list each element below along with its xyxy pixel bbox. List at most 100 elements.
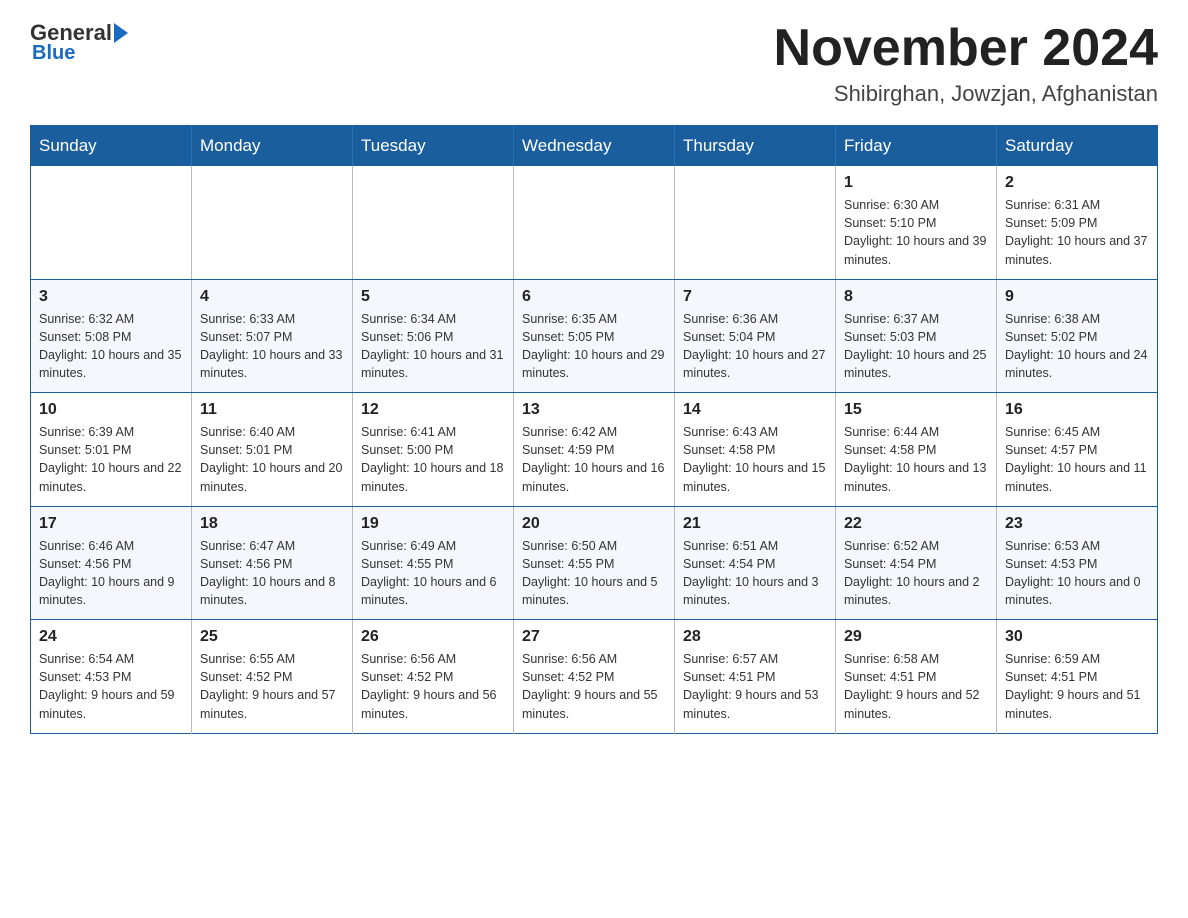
calendar-table: SundayMondayTuesdayWednesdayThursdayFrid… [30, 125, 1158, 734]
weekday-header-friday: Friday [836, 126, 997, 167]
day-info: Sunrise: 6:53 AMSunset: 4:53 PMDaylight:… [1005, 537, 1149, 610]
day-number: 6 [522, 288, 666, 306]
calendar-cell: 10Sunrise: 6:39 AMSunset: 5:01 PMDayligh… [31, 393, 192, 507]
logo-blue: Blue [32, 42, 75, 65]
page-header: General Blue November 2024 Shibirghan, J… [30, 20, 1158, 107]
day-info: Sunrise: 6:55 AMSunset: 4:52 PMDaylight:… [200, 650, 344, 723]
location-subtitle: Shibirghan, Jowzjan, Afghanistan [774, 81, 1158, 107]
day-info: Sunrise: 6:44 AMSunset: 4:58 PMDaylight:… [844, 423, 988, 496]
day-number: 4 [200, 288, 344, 306]
weekday-header-monday: Monday [192, 126, 353, 167]
day-info: Sunrise: 6:31 AMSunset: 5:09 PMDaylight:… [1005, 196, 1149, 269]
calendar-cell: 27 Sunrise: 6:56 AMSunset: 4:52 PMDayligh… [514, 620, 675, 734]
day-info: Sunrise: 6:46 AMSunset: 4:56 PMDaylight:… [39, 537, 183, 610]
calendar-week-2: 3 Sunrise: 6:32 AMSunset: 5:08 PMDaylight… [31, 279, 1158, 393]
day-number: 7 [683, 288, 827, 306]
day-number: 18 [200, 515, 344, 533]
day-number: 19 [361, 515, 505, 533]
day-info: Sunrise: 6:32 AMSunset: 5:08 PMDaylight:… [39, 310, 183, 383]
weekday-header-saturday: Saturday [997, 126, 1158, 167]
day-number: 2 [1005, 174, 1149, 192]
day-info: Sunrise: 6:41 AMSunset: 5:00 PMDaylight:… [361, 423, 505, 496]
weekday-header-thursday: Thursday [675, 126, 836, 167]
day-number: 21 [683, 515, 827, 533]
day-number: 14 [683, 401, 827, 419]
calendar-cell: 5 Sunrise: 6:34 AMSunset: 5:06 PMDaylight… [353, 279, 514, 393]
day-info: Sunrise: 6:35 AMSunset: 5:05 PMDaylight:… [522, 310, 666, 383]
calendar-cell: 8 Sunrise: 6:37 AMSunset: 5:03 PMDaylight… [836, 279, 997, 393]
calendar-cell: 1Sunrise: 6:30 AMSunset: 5:10 PMDaylight… [836, 166, 997, 279]
calendar-cell: 21 Sunrise: 6:51 AMSunset: 4:54 PMDayligh… [675, 506, 836, 620]
day-number: 12 [361, 401, 505, 419]
day-number: 3 [39, 288, 183, 306]
calendar-cell [514, 166, 675, 279]
day-info: Sunrise: 6:33 AMSunset: 5:07 PMDaylight:… [200, 310, 344, 383]
calendar-week-5: 24Sunrise: 6:54 AMSunset: 4:53 PMDayligh… [31, 620, 1158, 734]
day-number: 1 [844, 174, 988, 192]
logo-arrow-icon [114, 23, 128, 43]
calendar-week-1: 1Sunrise: 6:30 AMSunset: 5:10 PMDaylight… [31, 166, 1158, 279]
day-number: 30 [1005, 628, 1149, 646]
calendar-cell: 13 Sunrise: 6:42 AMSunset: 4:59 PMDayligh… [514, 393, 675, 507]
calendar-cell: 3 Sunrise: 6:32 AMSunset: 5:08 PMDaylight… [31, 279, 192, 393]
day-info: Sunrise: 6:56 AMSunset: 4:52 PMDaylight:… [522, 650, 666, 723]
day-info: Sunrise: 6:36 AMSunset: 5:04 PMDaylight:… [683, 310, 827, 383]
day-number: 29 [844, 628, 988, 646]
day-info: Sunrise: 6:49 AMSunset: 4:55 PMDaylight:… [361, 537, 505, 610]
calendar-week-4: 17 Sunrise: 6:46 AMSunset: 4:56 PMDayligh… [31, 506, 1158, 620]
logo-area: General Blue [30, 20, 128, 65]
day-info: Sunrise: 6:47 AMSunset: 4:56 PMDaylight:… [200, 537, 344, 610]
calendar-cell: 2 Sunrise: 6:31 AMSunset: 5:09 PMDaylight… [997, 166, 1158, 279]
calendar-cell: 20Sunrise: 6:50 AMSunset: 4:55 PMDayligh… [514, 506, 675, 620]
weekday-header-row: SundayMondayTuesdayWednesdayThursdayFrid… [31, 126, 1158, 167]
calendar-cell: 7 Sunrise: 6:36 AMSunset: 5:04 PMDaylight… [675, 279, 836, 393]
calendar-cell: 14Sunrise: 6:43 AMSunset: 4:58 PMDayligh… [675, 393, 836, 507]
weekday-header-wednesday: Wednesday [514, 126, 675, 167]
day-number: 17 [39, 515, 183, 533]
day-number: 20 [522, 515, 666, 533]
calendar-cell: 18 Sunrise: 6:47 AMSunset: 4:56 PMDayligh… [192, 506, 353, 620]
day-info: Sunrise: 6:59 AMSunset: 4:51 PMDaylight:… [1005, 650, 1149, 723]
calendar-cell: 17 Sunrise: 6:46 AMSunset: 4:56 PMDayligh… [31, 506, 192, 620]
calendar-cell: 29 Sunrise: 6:58 AMSunset: 4:51 PMDayligh… [836, 620, 997, 734]
day-info: Sunrise: 6:37 AMSunset: 5:03 PMDaylight:… [844, 310, 988, 383]
calendar-cell: 30 Sunrise: 6:59 AMSunset: 4:51 PMDayligh… [997, 620, 1158, 734]
day-info: Sunrise: 6:40 AMSunset: 5:01 PMDaylight:… [200, 423, 344, 496]
calendar-cell [192, 166, 353, 279]
day-number: 5 [361, 288, 505, 306]
day-info: Sunrise: 6:45 AMSunset: 4:57 PMDaylight:… [1005, 423, 1149, 496]
weekday-header-tuesday: Tuesday [353, 126, 514, 167]
day-number: 22 [844, 515, 988, 533]
title-area: November 2024 Shibirghan, Jowzjan, Afgha… [774, 20, 1158, 107]
day-number: 27 [522, 628, 666, 646]
day-number: 23 [1005, 515, 1149, 533]
calendar-cell [353, 166, 514, 279]
calendar-cell: 11 Sunrise: 6:40 AMSunset: 5:01 PMDayligh… [192, 393, 353, 507]
day-info: Sunrise: 6:51 AMSunset: 4:54 PMDaylight:… [683, 537, 827, 610]
day-info: Sunrise: 6:42 AMSunset: 4:59 PMDaylight:… [522, 423, 666, 496]
calendar-title: November 2024 [774, 20, 1158, 77]
day-number: 11 [200, 401, 344, 419]
day-number: 8 [844, 288, 988, 306]
calendar-cell: 15Sunrise: 6:44 AMSunset: 4:58 PMDayligh… [836, 393, 997, 507]
day-number: 13 [522, 401, 666, 419]
calendar-cell: 12 Sunrise: 6:41 AMSunset: 5:00 PMDayligh… [353, 393, 514, 507]
calendar-week-3: 10Sunrise: 6:39 AMSunset: 5:01 PMDayligh… [31, 393, 1158, 507]
day-number: 10 [39, 401, 183, 419]
calendar-cell: 4 Sunrise: 6:33 AMSunset: 5:07 PMDaylight… [192, 279, 353, 393]
calendar-cell: 24Sunrise: 6:54 AMSunset: 4:53 PMDayligh… [31, 620, 192, 734]
calendar-cell [31, 166, 192, 279]
calendar-cell [675, 166, 836, 279]
calendar-cell: 6 Sunrise: 6:35 AMSunset: 5:05 PMDaylight… [514, 279, 675, 393]
calendar-cell: 23 Sunrise: 6:53 AMSunset: 4:53 PMDayligh… [997, 506, 1158, 620]
calendar-cell: 9Sunrise: 6:38 AMSunset: 5:02 PMDaylight… [997, 279, 1158, 393]
day-info: Sunrise: 6:34 AMSunset: 5:06 PMDaylight:… [361, 310, 505, 383]
day-info: Sunrise: 6:52 AMSunset: 4:54 PMDaylight:… [844, 537, 988, 610]
day-info: Sunrise: 6:57 AMSunset: 4:51 PMDaylight:… [683, 650, 827, 723]
day-number: 16 [1005, 401, 1149, 419]
day-number: 24 [39, 628, 183, 646]
day-number: 28 [683, 628, 827, 646]
day-number: 9 [1005, 288, 1149, 306]
day-info: Sunrise: 6:58 AMSunset: 4:51 PMDaylight:… [844, 650, 988, 723]
day-number: 26 [361, 628, 505, 646]
